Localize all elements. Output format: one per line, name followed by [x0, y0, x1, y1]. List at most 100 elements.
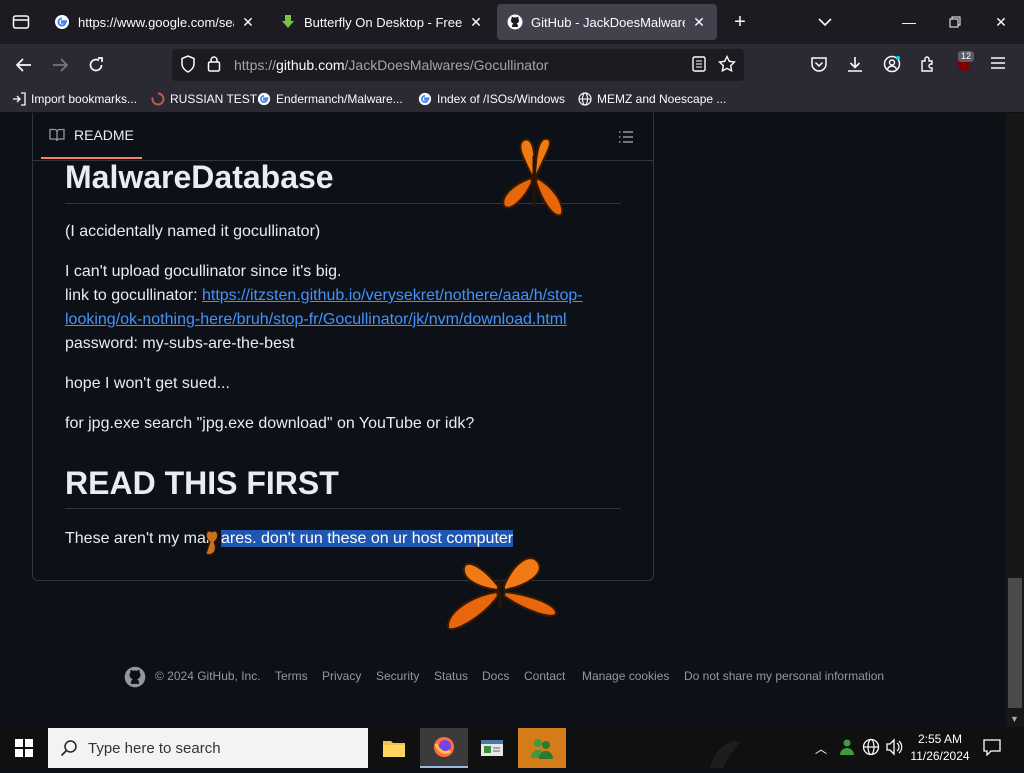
tab-github-gocullinator[interactable]: GitHub - JackDoesMalwares/Gocullinator ✕ [497, 4, 717, 40]
scrollbar-thumb[interactable] [1008, 578, 1022, 708]
readme-tab-label: README [74, 127, 134, 143]
footer-link-status[interactable]: Status [434, 669, 468, 683]
google-icon [418, 92, 432, 106]
readme-paragraph-1: (I accidentally named it gocullinator) [65, 223, 321, 240]
firefox-view-button[interactable] [6, 7, 36, 37]
taskbar-search-box[interactable]: Type here to search [48, 728, 368, 768]
url-scheme: https:// [234, 57, 277, 73]
footer-link-manage-cookies[interactable]: Manage cookies [582, 669, 669, 683]
forward-button[interactable] [45, 50, 75, 80]
new-tab-button[interactable]: + [725, 7, 755, 37]
footer-link-privacy[interactable]: Privacy [322, 669, 361, 683]
desktop-butterfly-silhouette [690, 728, 810, 768]
bookmark-endermanch[interactable]: Endermanch/Malware... [257, 90, 403, 108]
bookmark-index-isos[interactable]: Index of /ISOs/Windows [418, 90, 565, 108]
readme-paragraph-5: These aren't my malwares. don't run thes… [65, 527, 514, 551]
search-placeholder: Type here to search [88, 740, 221, 757]
extensions-badge: 12 [958, 51, 975, 62]
link-prefix: link to gocullinator: [65, 287, 202, 304]
clock-time: 2:55 AM [917, 732, 963, 746]
reload-button[interactable] [81, 50, 111, 80]
pocket-icon[interactable] [810, 55, 828, 78]
back-button[interactable] [9, 50, 39, 80]
bookmarks-toolbar: Import bookmarks... RUSSIAN TEST Enderma… [0, 86, 1024, 113]
firefox-icon [434, 737, 454, 757]
paragraph-line: I can't upload gocullinator since it's b… [65, 263, 342, 280]
minimize-button[interactable]: — [886, 0, 932, 44]
list-outline-icon [619, 131, 633, 143]
downloads-icon[interactable] [846, 55, 864, 78]
github-logo-icon[interactable] [124, 666, 146, 693]
taskbar-butterfly-app[interactable] [518, 728, 566, 768]
folder-icon [383, 741, 405, 757]
start-button[interactable] [0, 728, 48, 768]
tab-title: https://www.google.com/search [78, 14, 234, 30]
lock-icon[interactable] [207, 55, 221, 77]
spinner-icon [151, 92, 165, 106]
footer-link-do-not-share[interactable]: Do not share my personal information [684, 669, 884, 683]
account-icon[interactable] [883, 55, 901, 78]
bookmark-label: Index of /ISOs/Windows [437, 92, 566, 106]
bookmark-label: Endermanch/Malware... [276, 92, 403, 106]
butterfly-icon [502, 137, 564, 217]
reader-view-icon[interactable] [692, 56, 706, 77]
gocullinator-download-link[interactable]: https://itzsten.github.io/verysekret/not… [202, 287, 583, 304]
close-icon: ✕ [995, 13, 1007, 30]
app-menu-icon[interactable] [990, 56, 1006, 75]
footer-link-docs[interactable]: Docs [482, 669, 509, 683]
restore-icon [949, 16, 961, 28]
bookmark-label: RUSSIAN TEST [170, 92, 258, 106]
footer-link-contact[interactable]: Contact [524, 669, 565, 683]
bookmark-import[interactable]: Import bookmarks... [12, 90, 137, 108]
bookmark-star-icon[interactable] [717, 54, 737, 78]
tab-butterfly-on-desktop[interactable]: Butterfly On Desktop - Freeware ✕ [270, 4, 494, 40]
bookmark-label: MEMZ and Noescape ... [597, 92, 727, 106]
github-icon [507, 14, 523, 30]
taskbar-app-window[interactable] [468, 728, 516, 768]
google-icon [257, 92, 271, 106]
restore-button[interactable] [932, 0, 978, 44]
readme-heading-malwaredatabase: MalwareDatabase [65, 159, 334, 195]
bookmark-memz[interactable]: MEMZ and Noescape ... [578, 90, 726, 108]
taskbar-file-explorer[interactable] [370, 728, 418, 768]
taskbar-clock[interactable]: 2:55 AM 11/26/2024 [908, 731, 972, 765]
footer-link-terms[interactable]: Terms [275, 669, 308, 683]
list-all-tabs-button[interactable] [810, 7, 840, 37]
plain-text: These aren't my mal [65, 530, 210, 547]
close-tab-icon[interactable]: ✕ [468, 14, 484, 31]
extensions-icon[interactable] [919, 55, 937, 78]
network-globe-icon[interactable] [862, 738, 880, 761]
readme-paragraph-3: hope I won't get sued... [65, 375, 230, 392]
butterfly-icon [205, 530, 219, 555]
notifications-icon[interactable] [982, 738, 1002, 761]
close-tab-icon[interactable]: ✕ [691, 14, 707, 31]
outline-button[interactable] [611, 123, 641, 151]
close-tab-icon[interactable]: ✕ [240, 14, 256, 31]
tracking-protection-shield-icon[interactable] [180, 55, 196, 78]
url-path: /JackDoesMalwares/Gocullinator [344, 57, 549, 73]
butterfly-icon [446, 557, 557, 631]
download-arrow-icon [280, 14, 296, 30]
gocullinator-download-link-continued[interactable]: looking/ok-nothing-here/bruh/stop-fr/Goc… [65, 311, 567, 328]
google-icon [54, 14, 70, 30]
bookmark-label: Import bookmarks... [31, 92, 138, 106]
show-hidden-icons-chevron-up-icon[interactable]: ︿ [815, 740, 827, 757]
plus-icon: + [734, 10, 746, 33]
bookmark-russian-test[interactable]: RUSSIAN TEST [151, 90, 257, 108]
search-icon [60, 740, 77, 757]
url-text[interactable]: https://github.com/JackDoesMalwares/Gocu… [234, 57, 548, 73]
arrow-right-icon [53, 58, 68, 72]
taskbar-firefox[interactable] [420, 728, 468, 768]
readme-tab[interactable]: README [41, 113, 142, 159]
chevron-down-icon [818, 18, 832, 27]
footer-link-security[interactable]: Security [376, 669, 419, 683]
close-window-button[interactable]: ✕ [978, 0, 1024, 44]
url-host: github.com [276, 57, 345, 73]
scroll-down-arrow-icon[interactable]: ▼ [1010, 714, 1019, 724]
book-icon [49, 128, 65, 142]
windows-logo-icon [15, 739, 33, 757]
readme-paragraph-4: for jpg.exe search "jpg.exe download" on… [65, 415, 475, 432]
volume-icon[interactable] [885, 738, 903, 761]
tab-google-search[interactable]: https://www.google.com/search ✕ [44, 4, 266, 40]
tray-people-icon[interactable] [838, 738, 856, 761]
